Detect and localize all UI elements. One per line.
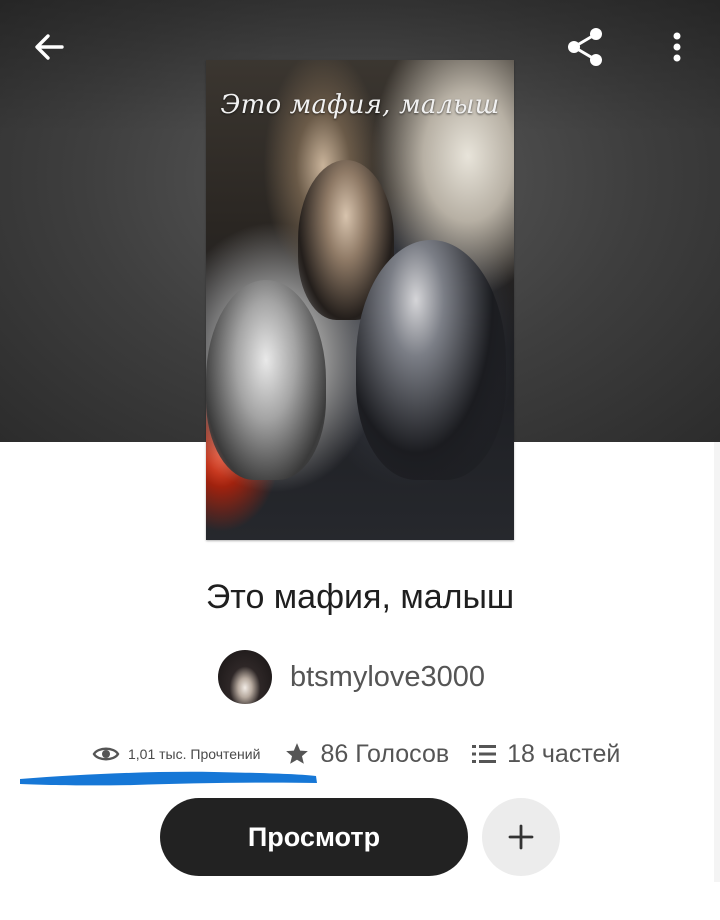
plus-icon <box>508 824 534 850</box>
stat-parts: 18 частей <box>471 740 620 769</box>
read-button[interactable]: Просмотр <box>160 798 468 876</box>
back-button[interactable] <box>24 22 74 72</box>
cover-figure-left <box>206 280 326 480</box>
cover-figure-right <box>356 240 506 480</box>
cover-title-text: Это мафия, малыш <box>220 90 500 120</box>
more-vertical-icon <box>673 32 681 62</box>
list-icon <box>472 745 497 763</box>
arrow-left-icon <box>35 34 64 60</box>
votes-count: 86 Голосов <box>320 739 450 768</box>
add-to-library-button[interactable] <box>482 798 560 876</box>
author-name[interactable]: btsmylove3000 <box>290 661 485 694</box>
more-options-button[interactable] <box>652 22 702 72</box>
share-icon <box>568 28 602 66</box>
story-cover[interactable]: Это мафия, малыш <box>206 60 514 540</box>
author-link[interactable]: btsmylove3000 <box>218 650 485 704</box>
parts-count: 18 частей <box>507 739 621 768</box>
eye-icon <box>92 747 120 761</box>
reads-count: 1,01 тыс. Прочтений <box>128 746 261 762</box>
author-avatar[interactable] <box>218 650 272 704</box>
star-icon <box>286 743 309 764</box>
stat-votes: 86 Голосов <box>284 740 449 769</box>
story-title: Это мафия, малыш <box>205 578 515 616</box>
highlight-underline <box>20 771 317 786</box>
page-edge <box>714 442 720 882</box>
stat-reads: 1,01 тыс. Прочтений <box>92 744 260 764</box>
share-button[interactable] <box>560 22 610 72</box>
